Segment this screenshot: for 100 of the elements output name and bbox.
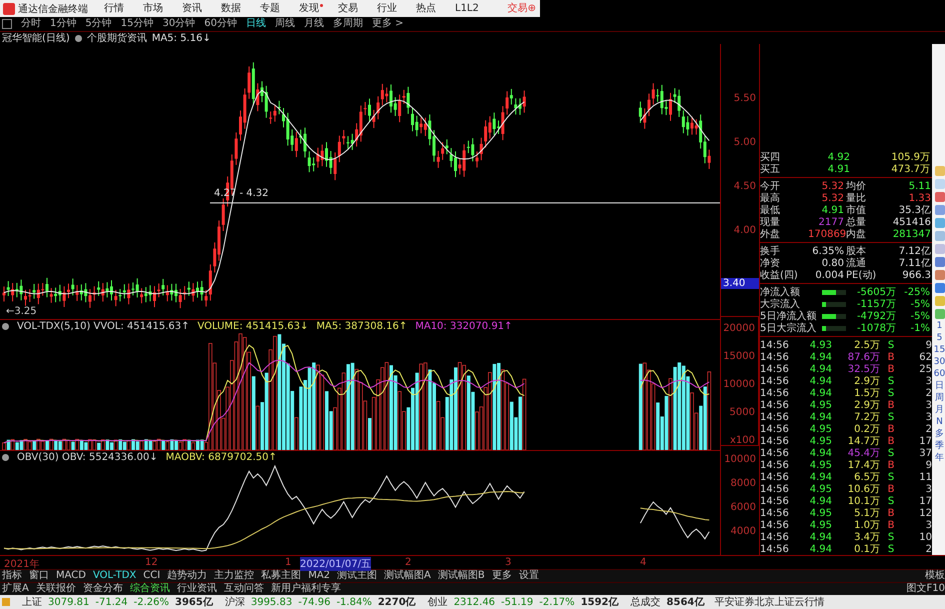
- indicator-tab[interactable]: 测试幅图A: [384, 571, 431, 581]
- period-shortcut-button[interactable]: 周: [935, 394, 944, 403]
- info-tab[interactable]: 行业资讯: [176, 584, 217, 594]
- period-tab[interactable]: 30分钟: [162, 19, 196, 29]
- stat-label: 净资: [760, 257, 781, 270]
- obv-legend-item: OBV(30) OBV: 5524336.00↓: [17, 452, 158, 463]
- period-tab[interactable]: 5分钟: [85, 19, 112, 29]
- period-shortcut-button[interactable]: 日: [935, 382, 944, 391]
- trade-price: 4.94: [808, 364, 832, 374]
- info-link[interactable]: 个股期货资讯: [86, 31, 147, 45]
- fund-flow-value: -1157万: [856, 298, 896, 311]
- template-button[interactable]: 模板: [925, 571, 945, 581]
- trade-count: 62: [918, 352, 932, 362]
- menu-item[interactable]: 行业: [377, 4, 401, 14]
- fund-flow-percent: -5%: [910, 298, 931, 310]
- indicator-tab[interactable]: 指标: [2, 571, 22, 581]
- period-tab[interactable]: 1分钟: [50, 19, 76, 29]
- total-turnover-value: 8564亿: [666, 596, 704, 609]
- trade-volume: 10.1万: [846, 495, 880, 508]
- menu-item[interactable]: 发现: [299, 4, 323, 14]
- indicator-tab[interactable]: 趋势动力: [167, 571, 208, 581]
- indicator-tab[interactable]: 更多: [492, 571, 512, 581]
- index-turnover: 2270亿: [378, 596, 416, 609]
- period-tab[interactable]: 分时: [21, 19, 41, 29]
- stat-value: 5.11: [908, 180, 932, 192]
- menu-item[interactable]: L1L2: [455, 4, 483, 14]
- indicator-tab[interactable]: 测试幅图B: [438, 571, 485, 581]
- info-tab[interactable]: 新用户福利专享: [270, 584, 341, 594]
- menu-item[interactable]: 交易: [338, 4, 362, 14]
- f10-button[interactable]: 图文F10: [906, 584, 945, 594]
- menu-item[interactable]: 行情: [104, 4, 128, 14]
- stat-label: 外盘: [760, 228, 781, 241]
- period-tab[interactable]: 日线: [246, 19, 266, 29]
- volume-legend-item: VOLUME: 451415.63↓: [197, 321, 308, 332]
- trade-volume: 2.5万: [853, 339, 880, 352]
- indicator-tab[interactable]: 设置: [518, 571, 539, 581]
- period-shortcut-button[interactable]: N: [936, 418, 943, 427]
- period-shortcut-button[interactable]: 15: [934, 346, 945, 355]
- info-tab[interactable]: 扩展A: [2, 584, 29, 594]
- trade-count: 2: [924, 544, 932, 554]
- menu-item[interactable]: 市场: [143, 4, 167, 14]
- stat-label: 量比: [845, 192, 867, 204]
- trade-volume: 1.0万: [853, 519, 880, 532]
- period-tab[interactable]: 多周期: [332, 19, 363, 29]
- trade-count: 3: [924, 376, 932, 386]
- trade-time: 14:56: [760, 496, 790, 506]
- stat-value: 281347: [892, 228, 932, 240]
- period-tab[interactable]: 周线: [274, 19, 295, 29]
- period-shortcut-button[interactable]: 季: [935, 442, 944, 451]
- indicator-tab[interactable]: CCI: [143, 571, 160, 581]
- trade-side: S: [886, 376, 896, 386]
- trade-side: S: [886, 412, 896, 422]
- period-tab[interactable]: 月线: [304, 19, 324, 29]
- period-shortcut-button[interactable]: 30: [934, 358, 945, 367]
- info-tab[interactable]: 资金分布: [82, 584, 123, 594]
- period-shortcut-button[interactable]: 多: [935, 430, 944, 439]
- menu-item[interactable]: 专题: [260, 4, 284, 14]
- period-shortcut-button[interactable]: 5: [936, 334, 942, 343]
- period-shortcut-button[interactable]: 60: [934, 370, 945, 379]
- indicator-tab[interactable]: 私募主图: [261, 571, 302, 581]
- index-percent: -1.84%: [336, 596, 372, 608]
- indicator-tab[interactable]: MA2: [308, 571, 330, 581]
- menu-item[interactable]: 数据: [221, 4, 245, 14]
- trade-time: 14:56: [760, 520, 790, 530]
- price-axis-label: 4.50: [734, 181, 756, 192]
- indicator-tab[interactable]: 窗口: [29, 571, 49, 581]
- period-tab[interactable]: 15分钟: [120, 19, 154, 29]
- index-name: 沪深: [224, 596, 245, 609]
- trade-time: 14:56: [760, 436, 790, 446]
- trade-time: 14:56: [760, 340, 790, 350]
- trade-price: 4.94: [808, 448, 832, 458]
- order-book-price: 4.91: [826, 164, 850, 174]
- stat-label: 股本: [845, 244, 867, 258]
- index-change: -74.96: [298, 596, 330, 608]
- indicator-tab[interactable]: 主力监控: [214, 571, 254, 581]
- trade-link[interactable]: 交易⊕: [508, 4, 536, 14]
- period-tab[interactable]: 60分钟: [204, 19, 237, 29]
- order-book-label: 买五: [760, 163, 781, 176]
- period-shortcut-button[interactable]: 月: [935, 406, 944, 415]
- info-tab[interactable]: 关联报价: [36, 584, 76, 594]
- menu-item[interactable]: 热点: [416, 4, 440, 14]
- trade-side: B: [886, 400, 896, 410]
- period-tab[interactable]: 更多 >: [372, 19, 404, 29]
- info-tab[interactable]: 互动问答: [224, 584, 264, 594]
- menu-item[interactable]: 资讯: [182, 4, 206, 14]
- fund-flow-percent: -25%: [903, 286, 931, 298]
- volume-axis-label: 5000: [730, 406, 755, 418]
- trade-time: 14:56: [760, 484, 790, 494]
- info-tab[interactable]: 综合资讯: [130, 584, 170, 594]
- fund-flow-label: 5日大宗流入: [760, 322, 818, 335]
- trade-time: 14:56: [760, 376, 790, 386]
- indicator-tab[interactable]: VOL-TDX: [92, 571, 136, 581]
- indicator-tab[interactable]: MACD: [56, 571, 86, 581]
- index-name: 上证: [22, 596, 42, 609]
- trade-volume: 2.9万: [853, 399, 880, 412]
- period-shortcut-button[interactable]: 1: [936, 322, 942, 331]
- trade-time: 14:56: [760, 388, 790, 398]
- order-book-volume: 105.9万: [890, 151, 931, 164]
- fund-flow-percent: -5%: [910, 310, 931, 322]
- period-shortcut-button[interactable]: 年: [935, 454, 944, 463]
